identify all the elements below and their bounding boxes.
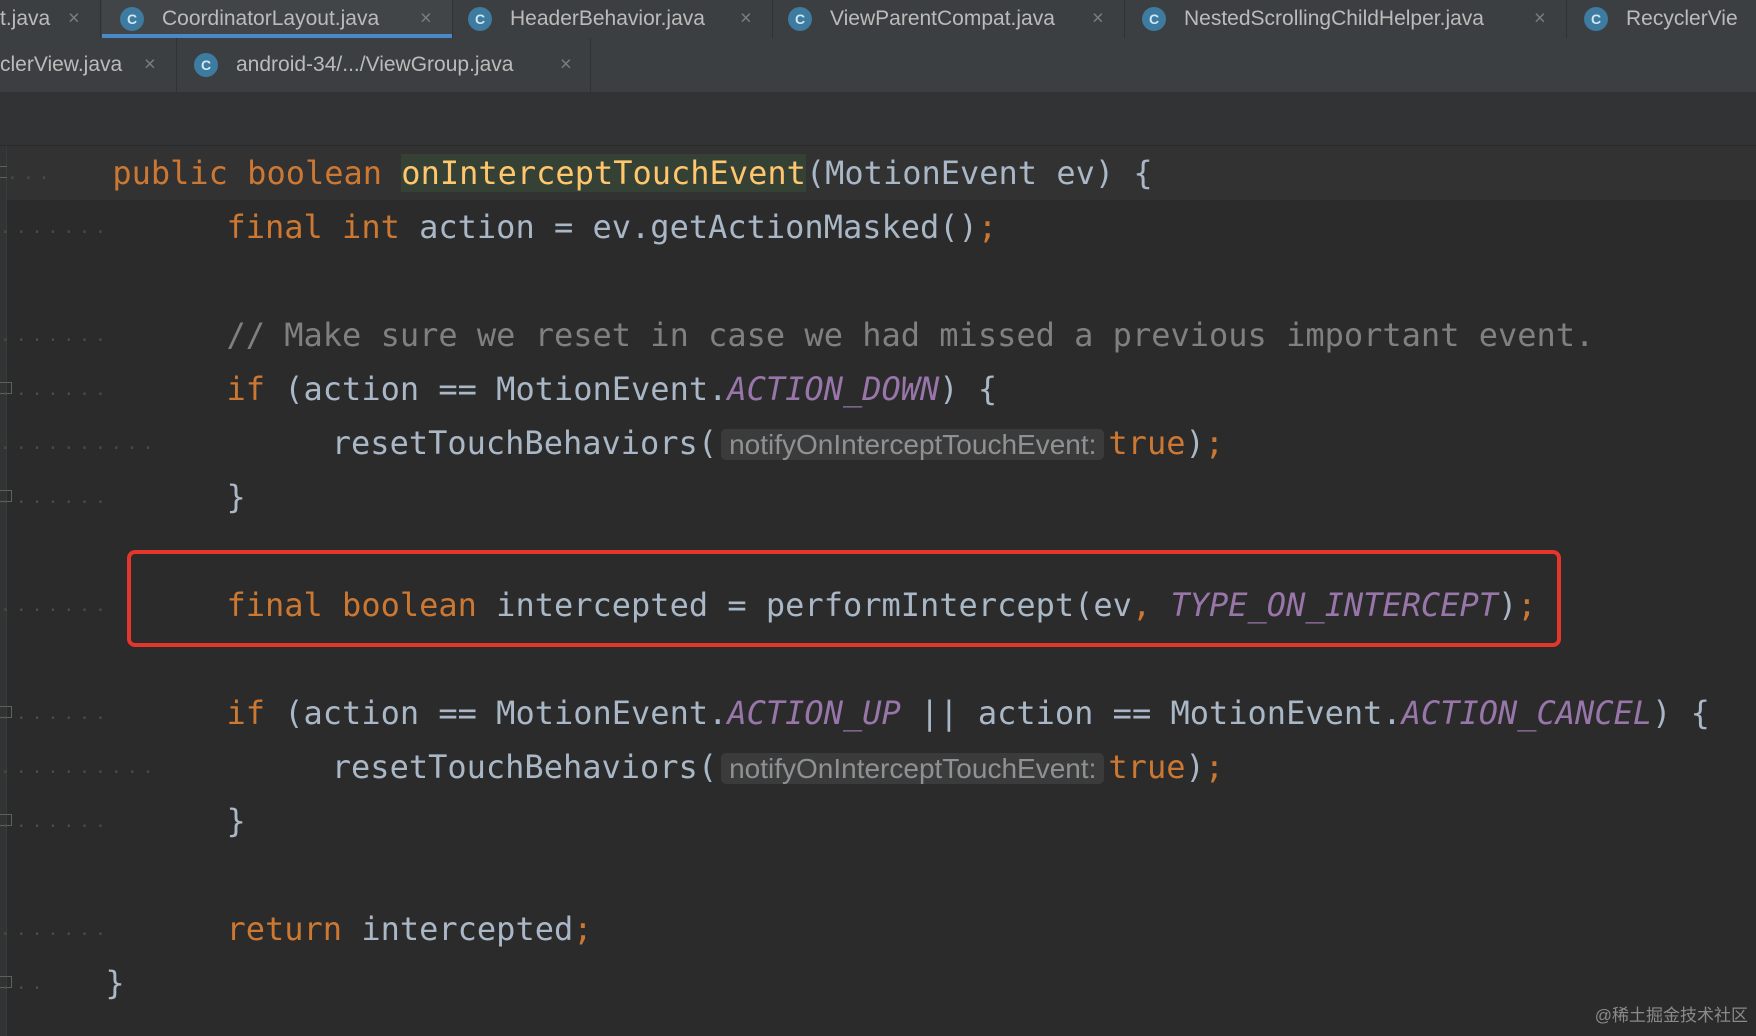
class-icon: C — [1584, 7, 1608, 31]
tab-recyclerview[interactable]: C RecyclerVie — [1568, 0, 1756, 38]
code-line-2: ······· final int action = ev.getActionM… — [0, 208, 998, 246]
tab-label: ViewParentCompat.java — [830, 7, 1055, 30]
tab-headerbehavior[interactable]: C HeaderBehavior.java × — [454, 0, 773, 38]
abstract-class-icon: C — [194, 53, 218, 77]
parameter-hint: notifyOnInterceptTouchEvent: — [721, 429, 1105, 460]
code-editor[interactable]: ··· public boolean onInterceptTouchEvent… — [0, 146, 1756, 1036]
close-icon[interactable]: × — [420, 8, 432, 31]
close-icon[interactable]: × — [1092, 8, 1104, 31]
class-icon: C — [1142, 7, 1166, 31]
code-line-reset-1: ·········· resetTouchBehaviors(notifyOnI… — [0, 424, 1224, 462]
abstract-class-icon: C — [468, 7, 492, 31]
editor-breadcrumb-bar — [0, 93, 1756, 146]
class-icon: C — [120, 7, 144, 31]
class-icon: C — [788, 7, 812, 31]
close-icon[interactable]: × — [740, 8, 752, 31]
tab-nestedscrollingchildhelper[interactable]: C NestedScrollingChildHelper.java × — [1126, 0, 1567, 38]
parameter-hint: notifyOnInterceptTouchEvent: — [721, 753, 1105, 784]
editor-tab-bar-row-1: t.java × C CoordinatorLayout.java × C He… — [0, 0, 1756, 39]
code-line-brace: ······· } — [0, 478, 246, 516]
tab-viewgroup[interactable]: C android-34/.../ViewGroup.java × — [178, 38, 591, 92]
tab-label: NestedScrollingChildHelper.java — [1184, 7, 1484, 30]
code-line-1: ··· public boolean onInterceptTouchEvent… — [7, 146, 1756, 200]
tab-label: HeaderBehavior.java — [510, 7, 705, 30]
close-icon[interactable]: × — [68, 8, 80, 31]
tab-viewparentcompat[interactable]: C ViewParentCompat.java × — [774, 0, 1125, 38]
code-line-if-down: ······· if (action == MotionEvent.ACTION… — [0, 370, 998, 408]
editor-tab-bar-row-2: clerView.java × C android-34/.../ViewGro… — [0, 38, 1756, 93]
tab-recyclerview-java[interactable]: clerView.java × — [0, 38, 177, 92]
tab-label: RecyclerVie — [1626, 7, 1738, 30]
code-line-reset-2: ·········· resetTouchBehaviors(notifyOnI… — [0, 748, 1224, 786]
tab-label: CoordinatorLayout.java — [162, 7, 380, 30]
tab-coordinatorlayout[interactable]: C CoordinatorLayout.java × — [102, 0, 453, 38]
tab-label: t.java — [0, 7, 51, 30]
method-name: onInterceptTouchEvent — [401, 154, 806, 192]
highlight-box — [127, 550, 1561, 647]
code-line-comment: ······· // Make sure we reset in case we… — [0, 316, 1595, 354]
code-line-closing-brace: ··· } — [0, 964, 125, 1002]
close-icon[interactable]: × — [1534, 8, 1546, 31]
code-line-if-up-cancel: ······· if (action == MotionEvent.ACTION… — [0, 694, 1710, 732]
tab-label: clerView.java — [0, 53, 123, 76]
watermark: @稀土掘金技术社区 — [1594, 1006, 1748, 1025]
close-icon[interactable]: × — [560, 54, 572, 77]
close-icon[interactable]: × — [144, 54, 156, 77]
tab-t-java[interactable]: t.java × — [0, 0, 101, 38]
code-line-return: ······· return intercepted; — [0, 910, 593, 948]
code-line-brace: ······· } — [0, 802, 246, 840]
tab-label: android-34/.../ViewGroup.java — [236, 53, 514, 76]
